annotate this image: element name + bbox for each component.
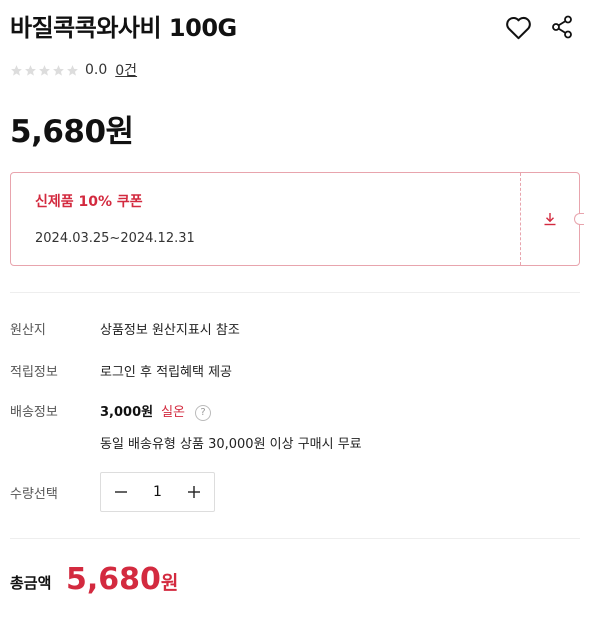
- plus-icon: [187, 486, 200, 498]
- coupon-period: 2024.03.25~2024.12.31: [35, 231, 195, 246]
- quantity-value[interactable]: 1: [153, 484, 162, 500]
- total-price: 5,680원: [66, 562, 178, 597]
- shipping-note: 동일 배송유형 상품 30,000원 이상 구매시 무료: [100, 437, 362, 452]
- points-value: 로그인 후 적립혜택 제공: [100, 365, 232, 380]
- rating-score: 0.0: [85, 62, 108, 78]
- heart-icon[interactable]: [503, 12, 533, 42]
- shipping-label: 배송정보: [10, 405, 58, 420]
- total-label: 총금액: [10, 574, 52, 592]
- coupon-card: 신제품 10% 쿠폰 2024.03.25~2024.12.31: [10, 172, 584, 266]
- total-amount: 5,680: [66, 562, 161, 597]
- shipping-value: 3,000원 실온?: [100, 401, 212, 421]
- points-label: 적립정보: [10, 365, 58, 380]
- coupon-notch: [574, 213, 584, 225]
- product-title: 바질콕콕와사비 100G: [10, 14, 237, 42]
- total-unit: 원: [160, 572, 179, 594]
- question-icon[interactable]: ?: [195, 404, 212, 421]
- minus-icon: [115, 491, 127, 493]
- coupon-download-button[interactable]: [520, 173, 584, 265]
- decrease-button[interactable]: [113, 484, 129, 500]
- review-count-link[interactable]: 0건: [115, 60, 137, 80]
- quantity-label: 수량선택: [10, 487, 58, 502]
- origin-label: 원산지: [10, 323, 46, 338]
- rating-summary: 0.0 0건: [10, 60, 137, 80]
- star-rating: [10, 64, 79, 77]
- share-icon[interactable]: [547, 12, 577, 42]
- divider: [10, 292, 580, 293]
- star-icon: [67, 64, 78, 76]
- increase-button[interactable]: [186, 484, 202, 500]
- product-price: 5,680원: [10, 114, 134, 150]
- coupon-name: 신제품 10% 쿠폰: [35, 194, 143, 210]
- star-icon: [25, 64, 36, 76]
- star-icon: [53, 64, 64, 76]
- shipping-price: 3,000원: [100, 405, 154, 420]
- product-actions: [503, 12, 577, 42]
- star-icon: [39, 64, 50, 76]
- divider: [10, 538, 580, 539]
- origin-value: 상품정보 원산지표시 참조: [100, 323, 240, 338]
- download-icon: [544, 213, 556, 226]
- quantity-stepper: 1: [100, 472, 215, 512]
- storage-type-badge: 실온: [161, 405, 186, 420]
- coupon-info: 신제품 10% 쿠폰 2024.03.25~2024.12.31: [11, 173, 520, 265]
- star-icon: [11, 64, 22, 76]
